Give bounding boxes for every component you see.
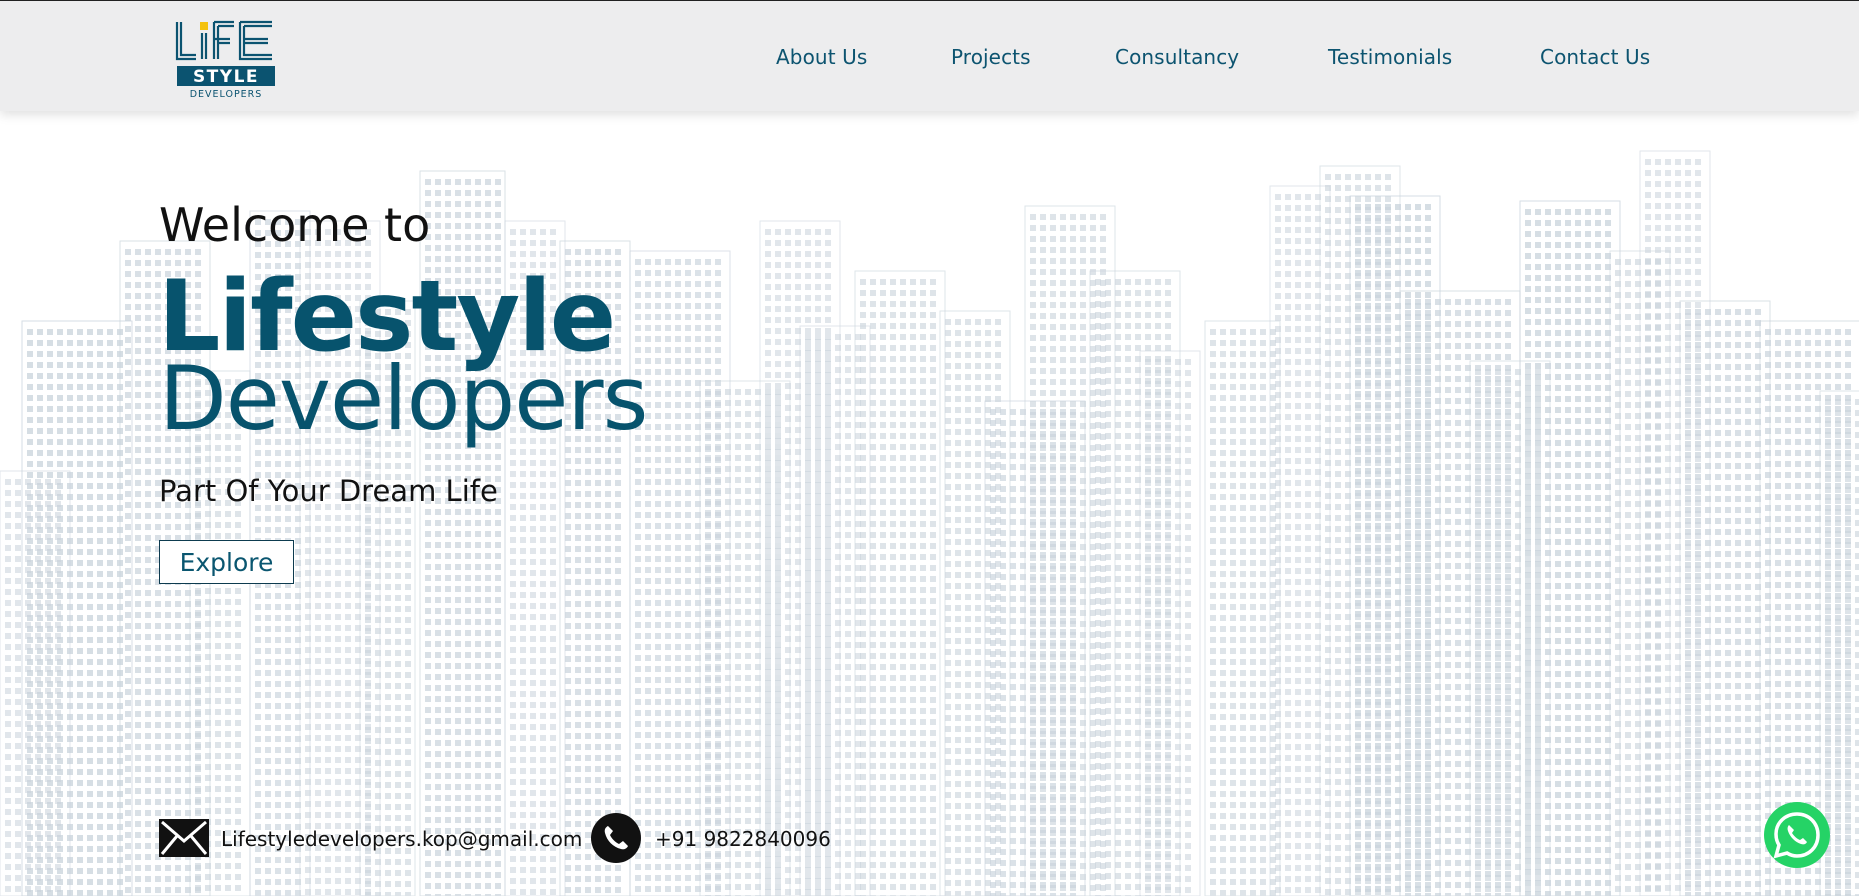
nav-testimonials[interactable]: Testimonials [1328,45,1452,69]
hero-tagline: Part Of Your Dream Life [159,474,498,508]
brand-name-line2: Developers [159,347,648,450]
envelope-icon [159,819,209,857]
contact-row: Lifestyledevelopers.kop@gmail.com +91 98… [159,813,879,865]
whatsapp-icon[interactable] [1762,800,1832,870]
logo-sub-text: STYLE [193,67,259,87]
explore-button[interactable]: Explore [159,540,294,584]
nav-contact-us[interactable]: Contact Us [1540,45,1650,69]
logo-tag-text: DEVELOPERS [190,89,263,100]
phone-icon [591,813,641,863]
main-nav: About Us Projects Consultancy Testimonia… [0,45,1859,69]
nav-about-us[interactable]: About Us [776,45,867,69]
site-header: STYLE DEVELOPERS About Us Projects Consu… [0,1,1859,111]
nav-consultancy[interactable]: Consultancy [1115,45,1239,69]
contact-phone[interactable]: +91 9822840096 [655,827,831,851]
contact-email[interactable]: Lifestyledevelopers.kop@gmail.com [221,827,582,851]
nav-projects[interactable]: Projects [951,45,1031,69]
welcome-heading: Welcome to [159,198,431,252]
